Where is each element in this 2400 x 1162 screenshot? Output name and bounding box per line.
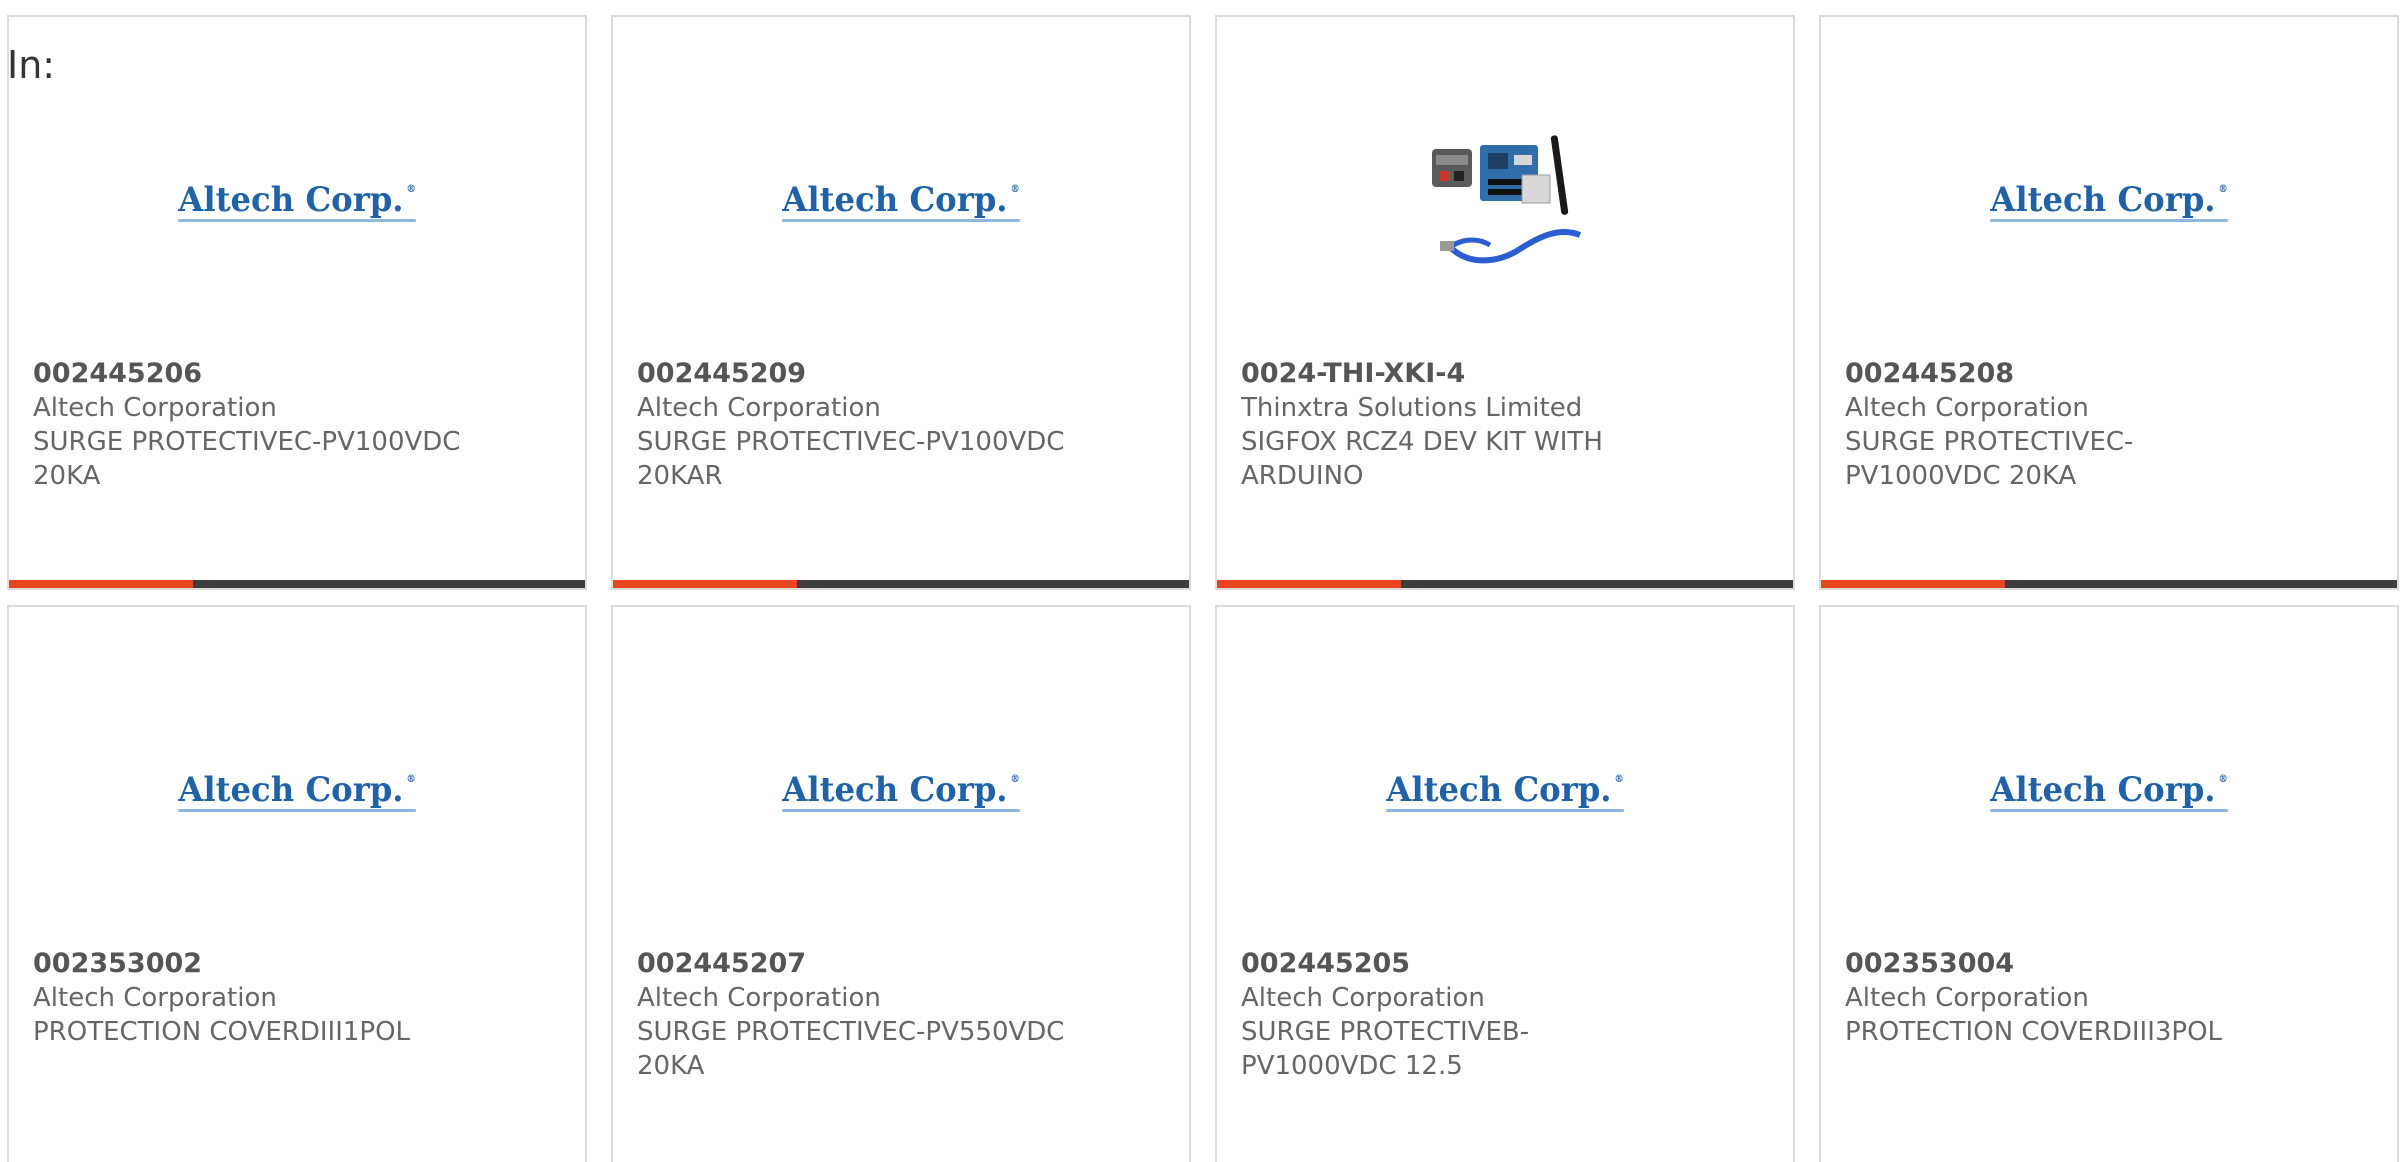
battery-pack-wire	[1440, 171, 1450, 181]
card-progress-bar	[1217, 580, 1793, 588]
altech-logo: Altech Corp. ®	[1990, 769, 2228, 812]
product-image[interactable]: Altech Corp. ®	[1821, 97, 2397, 307]
arduino-chip	[1488, 153, 1508, 169]
product-description-line-1: SURGE PROTECTIVEC-PV100VDC	[637, 427, 1065, 457]
product-manufacturer: Altech Corporation	[637, 393, 881, 423]
altech-logo: Altech Corp. ®	[1990, 179, 2228, 222]
registered-mark: ®	[1614, 773, 1624, 785]
battery-pack-wire-2	[1454, 171, 1464, 181]
battery-pack-icon	[1432, 149, 1472, 187]
registered-mark: ®	[1010, 773, 1020, 785]
product-sku[interactable]: 002445206	[33, 357, 503, 391]
registered-mark: ®	[2218, 183, 2228, 195]
sigfox-module-icon	[1521, 174, 1551, 204]
product-manufacturer: Altech Corporation	[33, 983, 277, 1013]
card-progress-bar	[613, 580, 1189, 588]
product-manufacturer: Thinxtra Solutions Limited	[1241, 393, 1583, 423]
product-sku[interactable]: 002353004	[1845, 947, 2315, 981]
product-card-002445205[interactable]: Altech Corp. ® 002445205 Altech Corporati…	[1215, 605, 1795, 1162]
registered-mark: ®	[1010, 183, 1020, 195]
product-image[interactable]: Altech Corp. ®	[9, 687, 585, 897]
antenna-icon	[1550, 135, 1569, 215]
card-progress-accent	[613, 580, 798, 588]
product-card-002445209[interactable]: Altech Corp. ® 002445209 Altech Corporati…	[611, 15, 1191, 590]
product-card-002353004[interactable]: Altech Corp. ® 002353004 Altech Corporati…	[1819, 605, 2399, 1162]
arduino-connector	[1514, 155, 1532, 165]
product-image[interactable]: Altech Corp. ®	[613, 687, 1189, 897]
dev-kit-photo	[1432, 135, 1582, 264]
usb-plug-icon	[1440, 241, 1454, 251]
product-manufacturer: Altech Corporation	[1845, 393, 2089, 423]
product-card-002353002[interactable]: Altech Corp. ® 002353002 Altech Corporati…	[7, 605, 587, 1162]
product-sku[interactable]: 002445208	[1845, 357, 2315, 391]
product-image[interactable]: Altech Corp. ®	[9, 97, 585, 307]
product-grid-page: In: Altech Corp. ® 002445206 Altech Corpo…	[0, 0, 2400, 1162]
product-image[interactable]	[1217, 97, 1793, 307]
product-card-002445207[interactable]: Altech Corp. ® 002445207 Altech Corporati…	[611, 605, 1191, 1162]
product-manufacturer: Altech Corporation	[1241, 983, 1485, 1013]
registered-mark: ®	[2218, 773, 2228, 785]
card-progress-accent	[9, 580, 194, 588]
product-description-line-2: PV1000VDC 12.5	[1241, 1051, 1463, 1081]
product-manufacturer: Altech Corporation	[33, 393, 277, 423]
registered-mark: ®	[406, 773, 416, 785]
product-image[interactable]: Altech Corp. ®	[613, 97, 1189, 307]
battery-pack-detail	[1436, 155, 1468, 165]
product-image[interactable]: Altech Corp. ®	[1217, 687, 1793, 897]
registered-mark: ®	[406, 183, 416, 195]
product-card-002445208[interactable]: Altech Corp. ® 002445208 Altech Corporati…	[1819, 15, 2399, 590]
card-progress-bar	[9, 580, 585, 588]
card-progress-accent	[1821, 580, 2006, 588]
product-sku[interactable]: 002445209	[637, 357, 1107, 391]
product-description-line-2: 20KA	[637, 1051, 705, 1081]
altech-logo: Altech Corp. ®	[1386, 769, 1624, 812]
card-progress-accent	[1217, 580, 1402, 588]
product-description-line-1: SIGFOX RCZ4 DEV KIT WITH	[1241, 427, 1603, 457]
product-sku[interactable]: 002445207	[637, 947, 1107, 981]
product-description-line-1: PROTECTION COVERDIII1POL	[33, 1017, 411, 1047]
altech-logo: Altech Corp. ®	[782, 769, 1020, 812]
product-manufacturer: Altech Corporation	[637, 983, 881, 1013]
product-image[interactable]: Altech Corp. ®	[1821, 687, 2397, 897]
product-description-line-1: SURGE PROTECTIVEC-	[1845, 427, 2134, 457]
product-description-line-1: SURGE PROTECTIVEC-PV100VDC	[33, 427, 461, 457]
card-progress-bar	[1821, 580, 2397, 588]
product-description-line-1: PROTECTION COVERDIII3POL	[1845, 1017, 2223, 1047]
product-description-line-2: 20KA	[33, 461, 101, 491]
altech-logo: Altech Corp. ®	[178, 769, 416, 812]
product-card-002445206[interactable]: Altech Corp. ® 002445206 Altech Corporati…	[7, 15, 587, 590]
product-sku[interactable]: 002445205	[1241, 947, 1711, 981]
product-card-0024-THI-XKI-4[interactable]: 0024-THI-XKI-4 Thinxtra Solutions Limite…	[1215, 15, 1795, 590]
product-description-line-2: ARDUINO	[1241, 461, 1364, 491]
product-sku[interactable]: 0024-THI-XKI-4	[1241, 357, 1711, 391]
altech-logo: Altech Corp. ®	[782, 179, 1020, 222]
product-description-line-2: PV1000VDC 20KA	[1845, 461, 2077, 491]
product-manufacturer: Altech Corporation	[1845, 983, 2089, 1013]
product-description-line-1: SURGE PROTECTIVEB-	[1241, 1017, 1530, 1047]
product-description-line-1: SURGE PROTECTIVEC-PV550VDC	[637, 1017, 1065, 1047]
usb-cable-icon	[1447, 229, 1582, 264]
in-label: In:	[7, 43, 56, 87]
product-sku[interactable]: 002353002	[33, 947, 503, 981]
usb-cable-loop	[1448, 237, 1492, 250]
product-description-line-2: 20KAR	[637, 461, 723, 491]
altech-logo: Altech Corp. ®	[178, 179, 416, 222]
